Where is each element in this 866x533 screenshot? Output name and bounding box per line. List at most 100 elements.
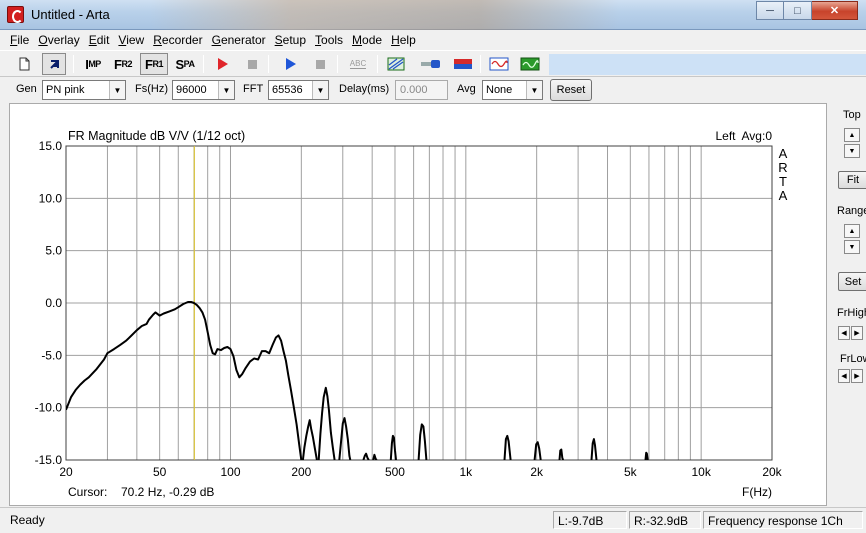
arrow-up-icon: ▲: [848, 227, 856, 235]
frequency-response-chart[interactable]: FR Magnitude dB V/V (1/12 oct) Left Avg:0…: [9, 103, 827, 506]
fit-button[interactable]: Fit: [838, 171, 866, 189]
x-tick-label: 200: [291, 465, 311, 479]
menu-tools[interactable]: Tools: [315, 33, 343, 47]
menu-view[interactable]: View: [118, 33, 144, 47]
y-tick-label: -15.0: [35, 453, 63, 467]
x-tick-label: 2k: [530, 465, 544, 479]
averaging-select[interactable]: None ▼: [482, 80, 543, 100]
waveform-button[interactable]: [486, 53, 512, 75]
fr1-button[interactable]: F R1: [140, 53, 168, 75]
menu-label: verlay: [47, 33, 80, 47]
toolbar-separator: [337, 55, 338, 73]
close-button[interactable]: ✕: [812, 1, 858, 20]
frhigh-label: FrHigh: [837, 307, 866, 319]
series-peak: [317, 386, 336, 460]
y-tick-label: 10.0: [39, 191, 63, 205]
toolbar-separator: [203, 55, 204, 73]
chart-svg[interactable]: FR Magnitude dB V/V (1/12 oct) Left Avg:0…: [10, 104, 828, 507]
menu-help[interactable]: Help: [391, 33, 416, 47]
grid-window-icon: [387, 57, 405, 71]
set-button[interactable]: Set: [838, 272, 866, 291]
side-label-letter: T: [779, 174, 787, 189]
series-line: [66, 301, 303, 460]
spa-label-big: S: [175, 56, 184, 72]
stop-play-button[interactable]: [308, 53, 332, 75]
series-peak: [503, 434, 512, 460]
window-title: Untitled - Arta: [31, 7, 110, 22]
minimize-button[interactable]: ─: [756, 1, 784, 20]
cursor-label: Cursor:: [68, 485, 107, 499]
arrow-down-icon: ▼: [848, 243, 856, 251]
range-down-button[interactable]: ▼: [844, 240, 860, 254]
background-blur: [150, 0, 620, 30]
new-document-icon: [19, 57, 30, 71]
grid-window-button[interactable]: [384, 53, 408, 75]
x-tick-label: 1k: [459, 465, 473, 479]
abc-label: ABC: [349, 59, 367, 68]
arrow-right-icon: ▶: [854, 373, 860, 380]
series-peak: [590, 438, 598, 460]
menu-generator[interactable]: Generator: [212, 33, 266, 47]
imp-label-small: MP: [88, 59, 101, 69]
fr2-label-big: F: [114, 56, 122, 72]
series-peak: [417, 423, 428, 460]
fft-size-select[interactable]: 65536 ▼: [268, 80, 329, 100]
sample-rate-select[interactable]: 96000 ▼: [172, 80, 235, 100]
oscilloscope-button[interactable]: [517, 53, 543, 75]
menu-mnemonic: G: [211, 33, 221, 47]
sample-rate-value: 96000: [176, 84, 207, 96]
new-document-button[interactable]: [12, 53, 36, 75]
delay-input: 0.000: [395, 80, 448, 100]
fr2-label-small: R2: [121, 59, 132, 69]
right-control-panel: Top ▲ ▼ Fit Range ▲ ▼ Set FrHigh ◀ ▶ FrL…: [828, 103, 866, 506]
reset-button[interactable]: Reset: [550, 79, 592, 101]
chart-title: FR Magnitude dB V/V (1/12 oct): [68, 129, 245, 143]
impulse-response-button[interactable]: I MP: [80, 53, 106, 75]
x-tick-label: 500: [385, 465, 405, 479]
toolbar-separator: [377, 55, 378, 73]
top-down-button[interactable]: ▼: [844, 144, 860, 158]
menu-edit[interactable]: Edit: [89, 33, 110, 47]
stop-icon: [316, 60, 325, 69]
menu-setup[interactable]: Setup: [275, 33, 306, 47]
select-mode-button[interactable]: [42, 53, 66, 75]
play-button[interactable]: [278, 53, 302, 75]
frlow-label: FrLow: [840, 353, 866, 365]
frhigh-right-button[interactable]: ▶: [851, 326, 863, 340]
frlow-right-button[interactable]: ▶: [851, 369, 863, 383]
range-up-button[interactable]: ▲: [844, 224, 860, 238]
range-label: Range: [837, 205, 866, 217]
probe-button[interactable]: [418, 53, 444, 75]
record-button[interactable]: [210, 53, 234, 75]
toolbar: I MP F R2 F R1 S PA ABC: [0, 50, 866, 77]
maximize-button[interactable]: □: [784, 1, 812, 20]
y-tick-label: 5.0: [45, 244, 62, 258]
stop-record-button[interactable]: [240, 53, 264, 75]
delay-label: Delay(ms): [339, 83, 390, 95]
close-icon: ✕: [829, 5, 840, 17]
side-label-letter: R: [778, 160, 787, 175]
status-left-level: L:-9.7dB: [553, 511, 627, 529]
fft-size-value: 65536: [272, 84, 303, 96]
generator-select[interactable]: PN pink ▼: [42, 80, 126, 100]
cursor-arrow-icon: [50, 60, 59, 69]
spectrum-analyzer-button[interactable]: S PA: [172, 53, 198, 75]
level-meter-icon: [454, 59, 472, 69]
menu-overlay[interactable]: Overlay: [38, 33, 79, 47]
x-tick-label: 5k: [624, 465, 638, 479]
menu-file[interactable]: File: [10, 33, 29, 47]
menu-recorder[interactable]: Recorder: [153, 33, 202, 47]
menu-label: ecorder: [161, 33, 203, 47]
arta-app-icon[interactable]: [7, 6, 24, 23]
top-up-button[interactable]: ▲: [844, 128, 860, 142]
frhigh-left-button[interactable]: ◀: [838, 326, 850, 340]
menu-mode[interactable]: Mode: [352, 33, 382, 47]
x-tick-label: 10k: [691, 465, 711, 479]
fr2-button[interactable]: F R2: [110, 53, 136, 75]
toolbar-separator: [480, 55, 481, 73]
fr1-label-small: R1: [152, 59, 163, 69]
abc-button[interactable]: ABC: [345, 53, 371, 75]
level-meter-button[interactable]: [450, 53, 476, 75]
title-bar[interactable]: Untitled - Arta ─ □ ✕: [0, 0, 866, 30]
frlow-left-button[interactable]: ◀: [838, 369, 850, 383]
